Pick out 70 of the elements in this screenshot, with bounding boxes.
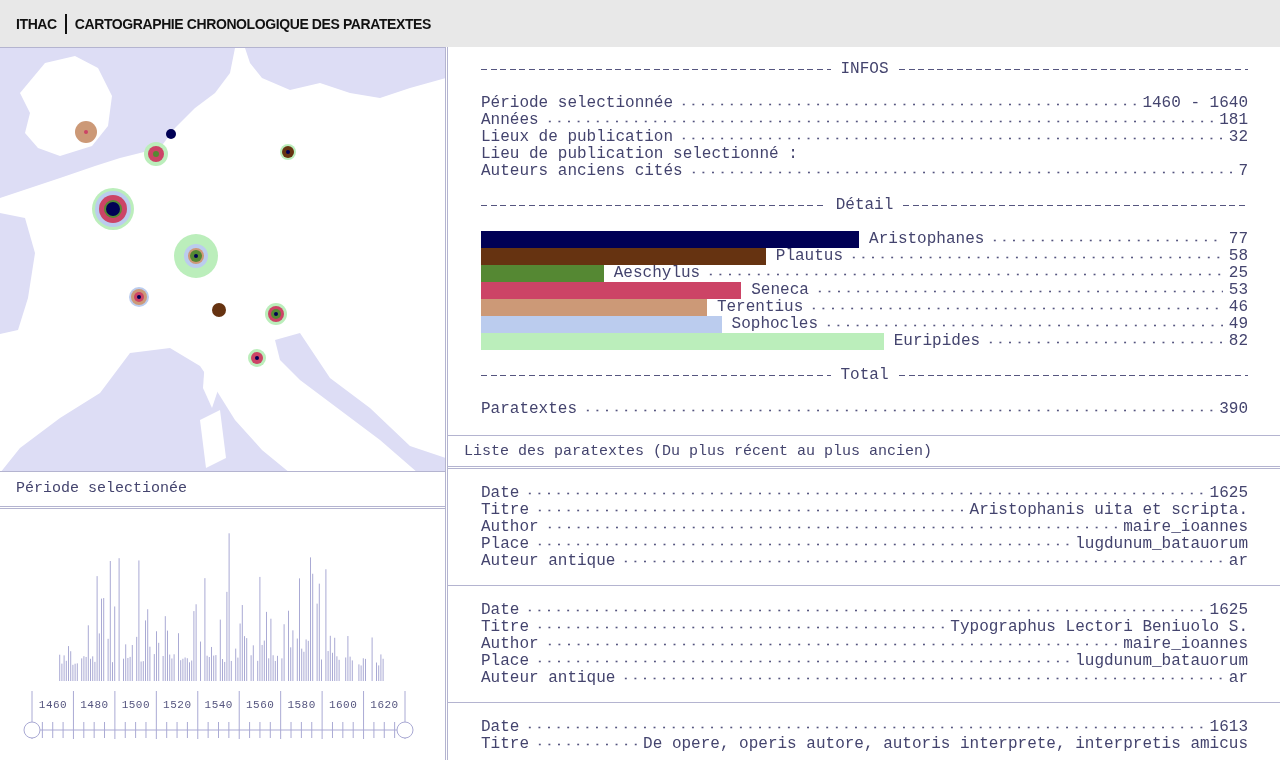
paratext-card[interactable]: Date 1625 Titre Aristophanis uita et scripta. Author maire_ioannes Place lugdunum_batauorum Auteur antique ar (448, 469, 1280, 586)
field-label: Titre (481, 617, 529, 636)
axis-label: 1460 (38, 699, 68, 711)
section-heading: Total (840, 367, 889, 384)
info-label: Paratextes (481, 401, 577, 418)
info-label: Années (481, 112, 539, 129)
field-value: 1613 (1209, 717, 1248, 736)
field-value: De opere, operis autore, autoris interprete, interpretis amicus (643, 734, 1248, 753)
field-value: Typographus Lectori Beniuolo S. (950, 617, 1248, 636)
section-label: Liste des paratextes (Du plus récent au plus ancien) (448, 435, 1280, 469)
author-name: Sophocles (731, 316, 819, 333)
field-label: Date (481, 483, 520, 502)
field-label: Auteur antique (481, 668, 616, 687)
axis-label: 1540 (204, 699, 233, 711)
field-value: 1625 (1209, 600, 1248, 619)
field-value: lugdunum_batauorum (1075, 534, 1248, 553)
axis-label: 1480 (80, 699, 109, 711)
page-title: CARTOGRAPHIE CHRONOLOGIQUE DES PARATEXTES (74, 15, 431, 32)
author-count: 53 (1228, 282, 1248, 299)
field-label: Titre (481, 734, 529, 753)
field-value: ar (1228, 551, 1248, 570)
paratext-card[interactable]: Date 1613 Titre De opere, operis autore, autoris interprete, interpretis amicus (448, 703, 1280, 760)
section-heading: INFOS (840, 61, 889, 78)
author-count: 25 (1228, 265, 1248, 282)
author-name: Terentius (716, 299, 804, 316)
info-value: 32 (1228, 129, 1248, 146)
author-name: Aristophanes (869, 231, 985, 248)
author-name: Euripides (893, 333, 981, 350)
field-value: maire_ioannes (1123, 517, 1248, 536)
field-label: Titre (481, 500, 529, 519)
field-label: Author (481, 634, 539, 653)
info-label: Lieux de publication (481, 129, 674, 146)
field-label: Date (481, 717, 520, 736)
axis-label: 1600 (328, 699, 358, 711)
author-count: 77 (1228, 231, 1248, 248)
paratext-card[interactable]: Date 1625 Titre Typographus Lectori Beniuolo S. Author maire_ioannes Place lugdunum_batauorum Auteur antique ar (448, 586, 1280, 703)
info-value: 181 (1219, 112, 1248, 129)
field-value: lugdunum_batauorum (1075, 651, 1248, 670)
info-label: Auteurs anciens cités (481, 163, 683, 180)
range-handle[interactable] (396, 721, 414, 739)
logo-text: ITHAC (16, 15, 57, 32)
info-label: Période selectionnée (481, 95, 674, 112)
range-handle[interactable] (23, 721, 41, 739)
author-count: 82 (1228, 333, 1248, 350)
axis-label: 1500 (121, 699, 151, 711)
author-count: 58 (1228, 248, 1248, 265)
field-label: Place (481, 651, 529, 670)
field-value: Aristophanis uita et scripta. (969, 500, 1248, 519)
section-heading: Détail (835, 197, 894, 214)
author-count: 49 (1228, 316, 1248, 333)
author-name: Seneca (751, 282, 809, 299)
axis-label: 1560 (246, 699, 275, 711)
field-label: Date (481, 600, 520, 619)
info-label: Lieu de publication selectionné : (481, 146, 798, 163)
field-value: maire_ioannes (1123, 634, 1248, 653)
field-label: Place (481, 534, 529, 553)
axis-label: 1580 (287, 699, 316, 711)
section-label: Période selectionée (0, 472, 445, 509)
info-value: 1460 - 1640 (1142, 95, 1248, 112)
info-value: 7 (1238, 163, 1248, 180)
author-name: Plautus (775, 248, 844, 265)
axis-label: 1620 (370, 699, 399, 711)
field-label: Author (481, 517, 539, 536)
axis-label: 1520 (163, 699, 192, 711)
field-value: ar (1228, 668, 1248, 687)
info-value: 390 (1219, 401, 1248, 418)
author-count: 46 (1228, 299, 1248, 316)
author-name: Aeschylus (613, 265, 701, 282)
field-label: Auteur antique (481, 551, 616, 570)
field-value: 1625 (1209, 483, 1248, 502)
